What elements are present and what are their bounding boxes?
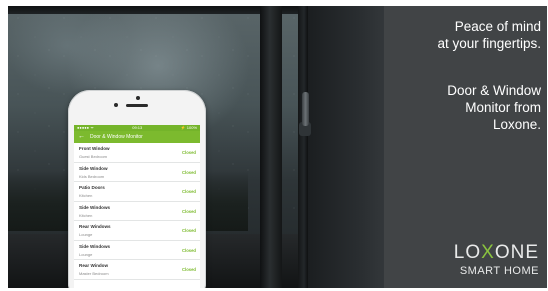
item-room: Lounge [79, 232, 93, 237]
sensor-list: Front Window Guest Bedroom Closed Side Wind… [74, 143, 200, 280]
logo-wordmark: LOXONE [419, 242, 539, 264]
phone-camera-icon [136, 96, 140, 100]
headline-line-1: Peace of mind [454, 19, 541, 34]
list-item[interactable]: Rear Window Master Bedroom Closed [74, 260, 200, 280]
list-item[interactable]: Side Window Kids Bedroom Closed [74, 163, 200, 182]
app-bar: ← Door & Window Monitor [74, 131, 200, 143]
item-name: Rear Window [79, 263, 109, 268]
logo-part-1: LO [453, 242, 482, 263]
list-item[interactable]: Patio Doors Kitchen Closed [74, 182, 200, 202]
phone-screen: ●●●●● ᯤ 09:13 ⚡ 100% ← Door & Window Mon… [74, 125, 200, 288]
phone-sensor-icon [114, 103, 118, 107]
item-room: Lounge [79, 251, 93, 257]
item-state: Closed [182, 228, 196, 233]
headline: Peace of mind at your fingertips. [391, 18, 541, 52]
item-room: Guest Bedroom [79, 154, 108, 159]
logo-tagline: SMART HOME [459, 265, 539, 277]
item-state: Closed [182, 169, 196, 175]
window-handle [302, 92, 309, 126]
item-state: Closed [182, 247, 196, 253]
phone-speaker-icon [126, 104, 148, 107]
list-item[interactable]: Side Windows Kitchen Closed [74, 202, 200, 221]
status-battery: ⚡ 100% [180, 125, 197, 130]
item-room: Master Bedroom [79, 271, 109, 276]
item-room: Kitchen [79, 193, 93, 198]
loxone-logo: LOXONE SMART HOME [419, 242, 539, 278]
subheadline-line-1: Door & Window [447, 83, 541, 98]
app-title: Door & Window Monitor [90, 134, 143, 140]
item-state: Closed [182, 189, 196, 194]
back-arrow-icon[interactable]: ← [78, 131, 85, 143]
logo-x-mark: X [481, 242, 495, 263]
list-item[interactable]: Front Window Guest Bedroom Closed [74, 143, 200, 163]
window-sash [308, 6, 384, 288]
copy-panel: Peace of mind at your fingertips. Door &… [384, 6, 547, 288]
list-item[interactable]: Side Windows Lounge Closed [74, 241, 200, 260]
phone-mockup: ●●●●● ᯤ 09:13 ⚡ 100% ← Door & Window Mon… [68, 90, 206, 288]
item-name: Patio Doors [79, 185, 105, 190]
logo-part-2: ONE [494, 242, 539, 263]
item-state: Closed [182, 267, 196, 272]
item-name: Rear Windows [79, 224, 111, 229]
item-name: Side Windows [79, 204, 111, 210]
item-room: Kids Bedroom [79, 173, 105, 179]
item-name: Side Window [79, 165, 108, 171]
window-frame-mullion [260, 6, 282, 288]
hero-banner: ●●●●● ᯤ 09:13 ⚡ 100% ← Door & Window Mon… [8, 6, 547, 288]
subheadline: Door & Window Monitor from Loxone. [391, 82, 541, 133]
headline-line-2: at your fingertips. [437, 36, 541, 51]
window-frame-edge [298, 6, 308, 288]
item-state: Closed [182, 208, 196, 214]
item-state: Closed [182, 150, 196, 155]
list-item[interactable]: Rear Windows Lounge Closed [74, 221, 200, 241]
item-name: Side Windows [79, 243, 111, 249]
subheadline-line-2: Monitor from [465, 100, 541, 115]
subheadline-line-3: Loxone. [492, 117, 541, 132]
item-room: Kitchen [79, 212, 93, 218]
item-name: Front Window [79, 146, 110, 151]
